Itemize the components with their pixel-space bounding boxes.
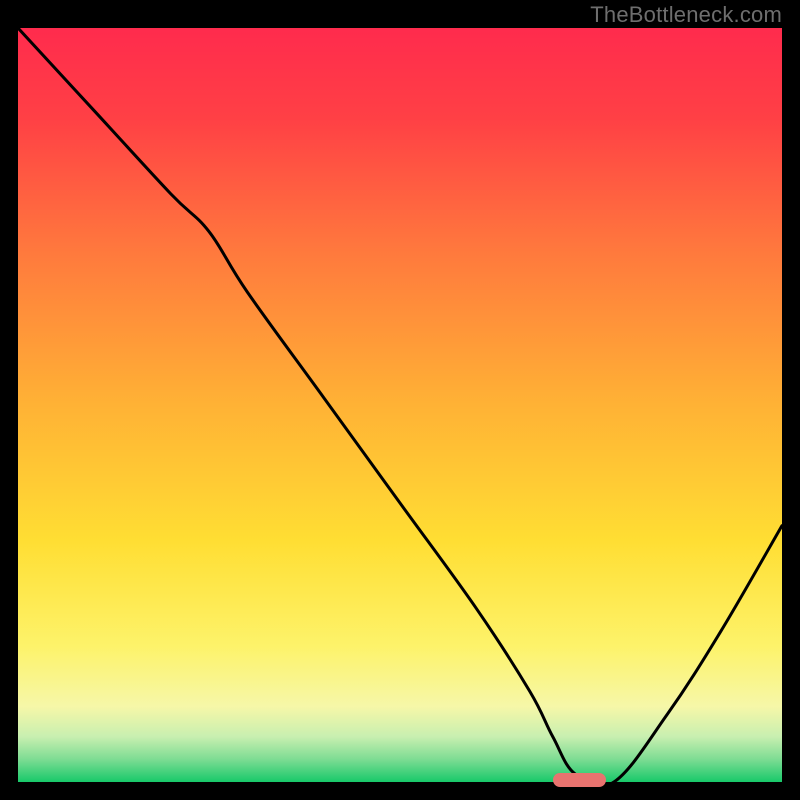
optimal-range-marker xyxy=(553,773,606,787)
watermark-text: TheBottleneck.com xyxy=(590,2,782,28)
gradient-background xyxy=(18,28,782,782)
bottleneck-chart xyxy=(18,28,782,782)
chart-frame xyxy=(18,28,782,782)
